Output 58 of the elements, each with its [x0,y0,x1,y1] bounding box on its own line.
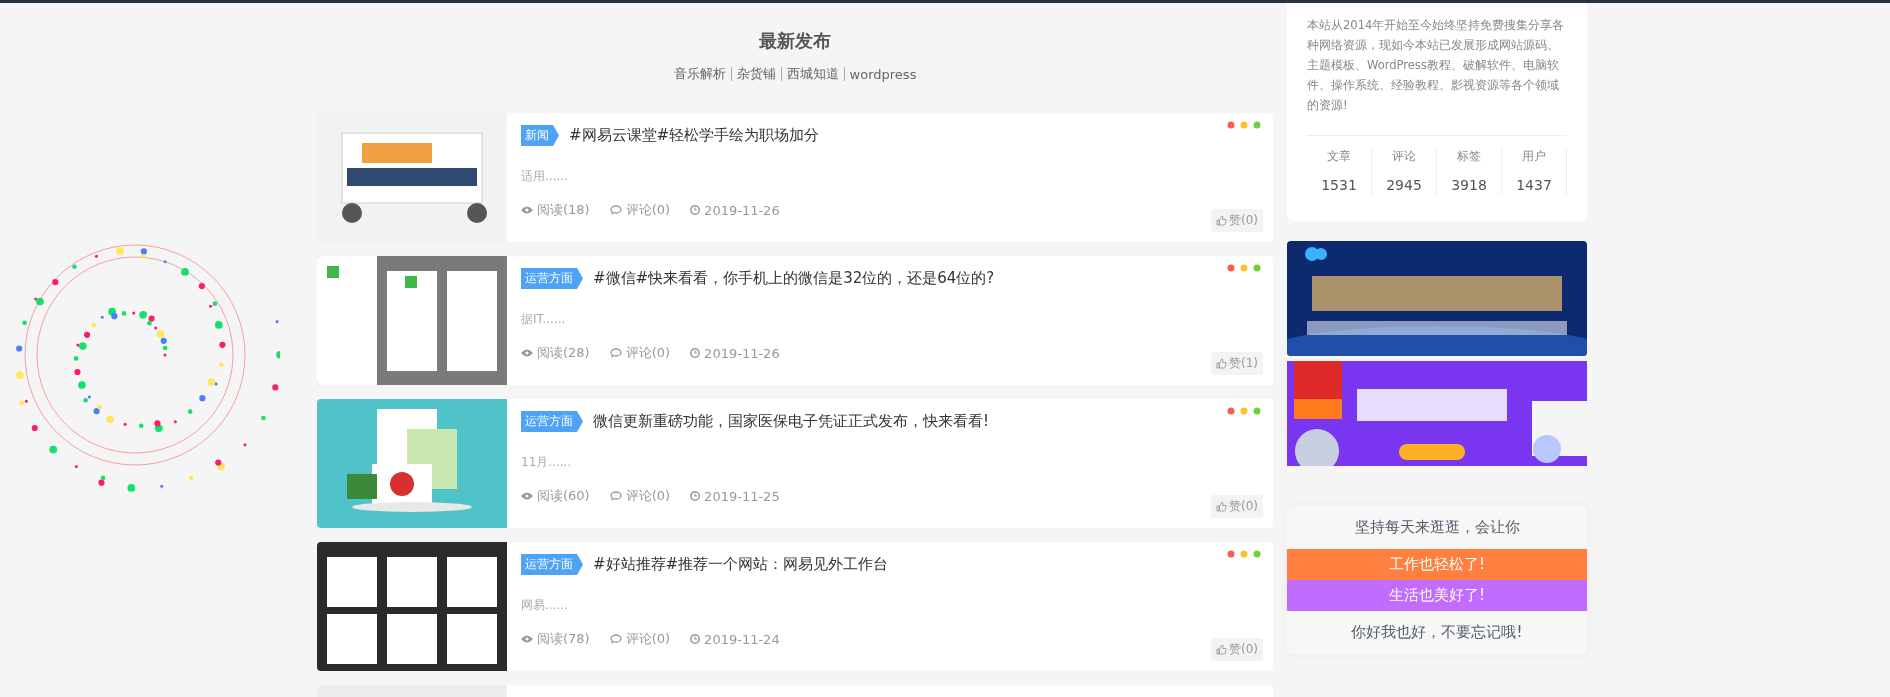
thumbs-up-icon [1216,358,1227,369]
clock-icon [690,491,701,501]
comment-count: 评论(0) [625,487,671,505]
comment-icon [609,205,622,215]
post-excerpt: 11月...... [521,454,573,471]
view-count: 阅读(78) [537,630,590,648]
site-intro: 本站从2014年开始至今始终坚持免费搜集分享各种网络资源，现如今本站已发展形成网站源码、主题模板、WordPress教程、破解软件、电脑软件、操作系统、经验教程、影视资源等各个领域的资源! [1307,17,1566,114]
category-link[interactable]: 音乐解析 [673,65,726,83]
window-dots-icon [1227,264,1261,272]
eye-icon [521,206,533,214]
clock-icon [690,634,701,644]
view-count: 阅读(18) [537,201,590,219]
stat-label: 文章 [1327,148,1351,165]
clock-icon [690,348,701,358]
comment-count: 评论(0) [625,630,671,648]
view-count: 阅读(60) [537,487,590,505]
post-excerpt: 据IT...... [521,311,567,328]
post-title[interactable]: #微信#快来看看，你手机上的微信是32位的，还是64位的? [593,269,995,288]
post-excerpt: 网易...... [521,597,569,614]
eye-icon [521,349,533,357]
stat-value: 1437 [1516,177,1552,193]
section-title: 最新发布 [759,29,831,53]
thumbs-up-icon [1216,501,1227,512]
comment-icon [609,491,622,501]
post-title[interactable]: #好站推荐#推荐一个网站：网易见外工作台 [593,555,889,574]
stat-value: 2945 [1386,177,1422,193]
clock-icon [690,205,701,215]
stat-value: 3918 [1451,177,1487,193]
thumbs-up-icon [1216,644,1227,655]
category-link[interactable]: wordpress [849,66,917,82]
post-title[interactable]: 微信更新重磅功能，国家医保电子凭证正式发布，快来看看! [593,412,989,431]
slogan-text: 坚持每天来逛逛，会让你 [1287,506,1587,549]
thumbs-up-icon [1216,215,1227,226]
comment-icon [609,348,622,358]
window-dots-icon [1227,550,1261,558]
stat-label: 评论 [1392,148,1416,165]
stat-label: 用户 [1522,148,1546,165]
view-count: 阅读(28) [537,344,590,362]
post-date: 2019-11-26 [704,345,780,361]
category-link[interactable]: 杂货铺 [736,65,776,83]
slogan-text: 你好我也好，不要忘记哦! [1287,611,1587,654]
post-title[interactable]: #网易云课堂#轻松学手绘为职场加分 [569,126,820,145]
comment-icon [609,634,622,644]
stat-value: 1531 [1321,177,1357,193]
post-date: 2019-11-25 [704,488,780,504]
category-link[interactable]: 西城知道 [786,65,839,83]
slogan-text: 生活也美好了! [1287,580,1587,611]
slogan-text: 工作也轻松了! [1287,549,1587,580]
eye-icon [521,492,533,500]
window-dots-icon [1227,121,1261,129]
window-dots-icon [1227,407,1261,415]
eye-icon [521,635,533,643]
post-date: 2019-11-26 [704,202,780,218]
post-excerpt: 适用...... [521,168,569,185]
stat-label: 标签 [1457,148,1481,165]
comment-count: 评论(0) [625,201,671,219]
post-date: 2019-11-24 [704,631,780,647]
comment-count: 评论(0) [625,344,671,362]
